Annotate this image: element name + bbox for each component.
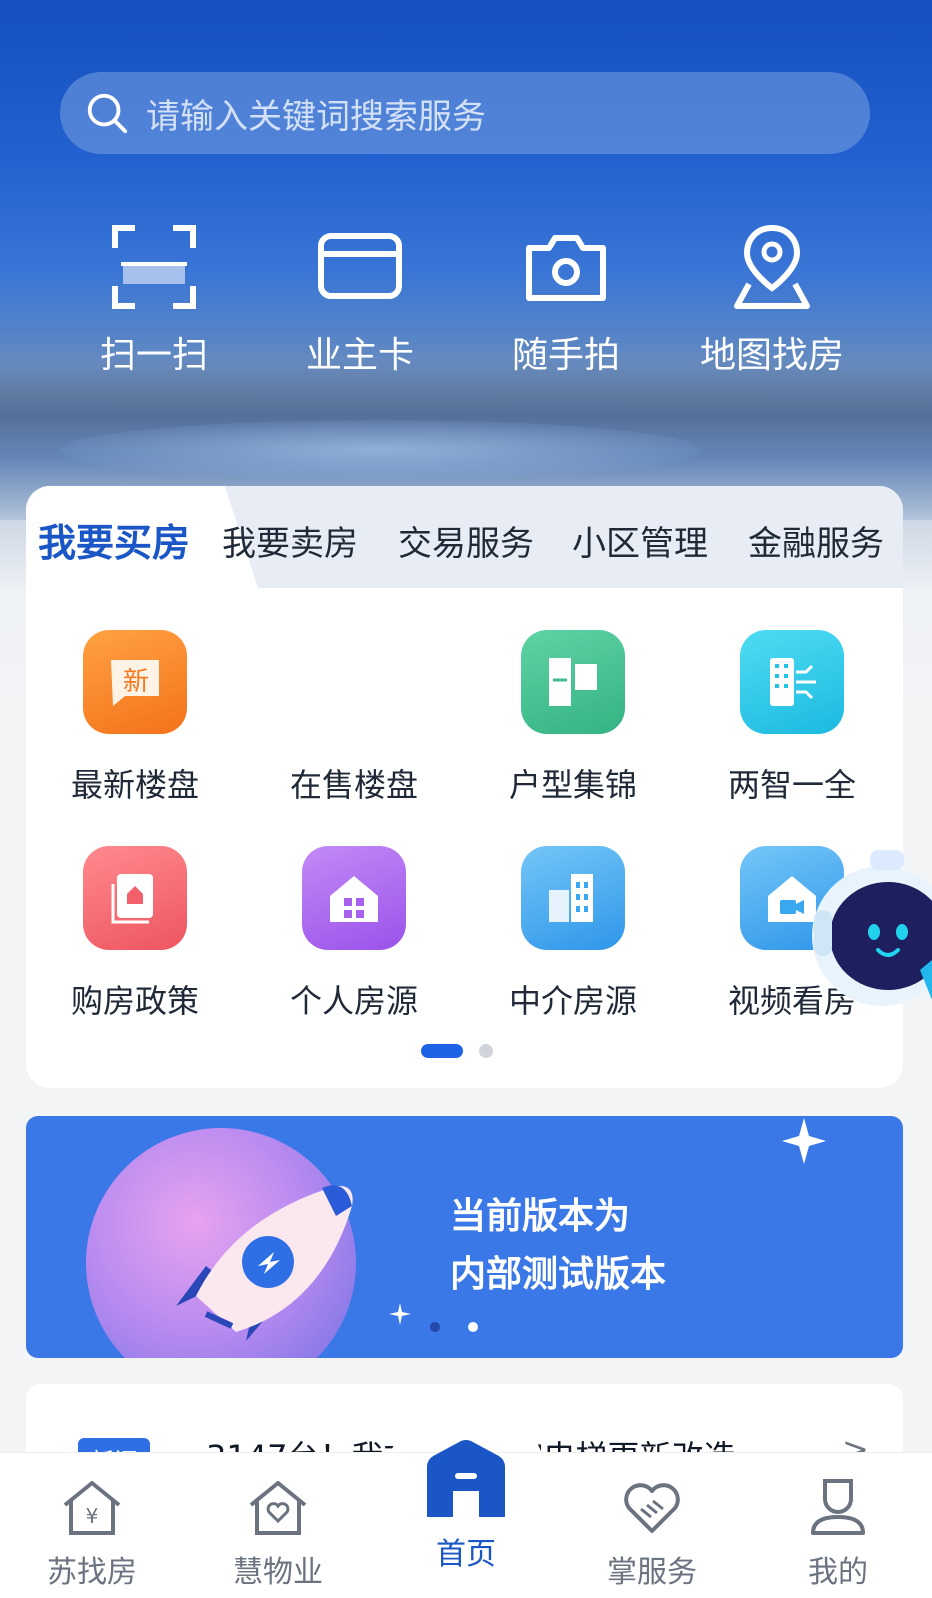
search-bar[interactable]: 请输入关键词搜索服务 (60, 72, 870, 154)
scan-icon (112, 225, 196, 309)
banner-text: 当前版本为 内部测试版本 (450, 1188, 666, 1304)
page-indicator-dot (479, 1044, 493, 1058)
grid-item-label: 两智一全 (727, 766, 856, 804)
banner-line-2: 内部测试版本 (450, 1254, 667, 1295)
new-badge-icon: 新 (83, 630, 187, 734)
grid-item-personal-listings[interactable]: 个人房源 (254, 846, 454, 1022)
grid-item-label: 户型集锦 (508, 766, 637, 804)
quick-action-snapshot[interactable]: 随手拍 (476, 222, 656, 378)
quick-action-map-search[interactable]: 地图找房 (682, 222, 862, 378)
house-heart-icon (249, 1481, 307, 1535)
nav-smart-property[interactable]: 慧物业 (198, 1475, 358, 1591)
nav-label: 掌服务 (607, 1555, 697, 1590)
nav-mine[interactable]: 我的 (758, 1475, 918, 1591)
house-yuan-icon: ¥ (63, 1481, 121, 1535)
user-icon (811, 1479, 865, 1535)
home-icon (427, 1440, 505, 1517)
grid-item-on-sale-projects[interactable]: 在售楼盘 (254, 630, 454, 806)
quick-action-label: 扫一扫 (99, 335, 208, 376)
banner-line-1: 当前版本为 (450, 1196, 631, 1237)
policy-book-icon (83, 846, 187, 950)
quick-action-label: 地图找房 (699, 335, 844, 376)
map-pin-icon (734, 224, 810, 309)
version-banner[interactable]: 当前版本为 内部测试版本 (26, 1116, 903, 1358)
grid-item-label: 在售楼盘 (289, 766, 418, 804)
bottom-navigation: ¥ 苏找房 慧物业 首页 掌服务 我的 (0, 1440, 932, 1598)
nav-home[interactable]: 首页 (386, 1433, 546, 1573)
building-icon (302, 630, 406, 734)
nav-label: 慧物业 (233, 1555, 323, 1590)
banner-dot-active (430, 1322, 440, 1332)
svg-text:¥: ¥ (86, 1504, 99, 1528)
grid-item-latest-projects[interactable]: 新 最新楼盘 (35, 630, 235, 806)
grid-item-purchase-policy[interactable]: 购房政策 (35, 846, 235, 1022)
smart-building-icon (740, 630, 844, 734)
nav-label: 首页 (436, 1537, 496, 1572)
sparkle-icon (782, 1118, 826, 1164)
quick-actions: 扫一扫 业主卡 随手拍 地图找房 (0, 222, 932, 382)
card-icon (318, 233, 402, 299)
quick-action-owner-card[interactable]: 业主卡 (270, 222, 450, 378)
nav-label: 苏找房 (47, 1555, 137, 1590)
quick-action-label: 业主卡 (305, 335, 414, 376)
floorplan-icon (521, 630, 625, 734)
assistant-robot-icon[interactable] (800, 840, 932, 1020)
grid-item-label: 个人房源 (289, 982, 418, 1020)
search-icon (87, 93, 128, 134)
rocket-icon (176, 1185, 353, 1341)
nav-su-find-house[interactable]: ¥ 苏找房 (12, 1475, 172, 1591)
grid-item-two-smart-one-full[interactable]: 两智一全 (692, 630, 892, 806)
grid-item-label: 中介房源 (508, 982, 637, 1020)
nav-palm-service[interactable]: 掌服务 (572, 1475, 732, 1591)
grid-item-label: 购房政策 (70, 982, 199, 1020)
camera-icon (526, 235, 606, 301)
buildings-icon (521, 846, 625, 950)
grid-item-floor-plans[interactable]: 户型集锦 (473, 630, 673, 806)
grid-item-agency-listings[interactable]: 中介房源 (473, 846, 673, 1022)
quick-action-scan[interactable]: 扫一扫 (64, 222, 244, 378)
grid-item-label: 最新楼盘 (70, 766, 199, 804)
tab-transaction-service[interactable]: 交易服务 (398, 516, 534, 565)
nav-label: 我的 (808, 1555, 868, 1590)
handshake-heart-icon (624, 1483, 680, 1533)
page-indicator-active (421, 1044, 463, 1058)
tab-community-management[interactable]: 小区管理 (572, 516, 708, 565)
search-placeholder: 请输入关键词搜索服务 (146, 96, 486, 137)
tab-buy-house[interactable]: 我要买房 (38, 512, 190, 567)
tab-financial-service[interactable]: 金融服务 (748, 516, 884, 565)
quick-action-label: 随手拍 (511, 335, 620, 376)
house-icon (302, 846, 406, 950)
svg-text:新: 新 (123, 667, 149, 697)
service-card: 我要买房 我要卖房 交易服务 小区管理 金融服务 新 最新楼盘 在售楼盘 户型集… (26, 486, 903, 1088)
tab-sell-house[interactable]: 我要卖房 (222, 516, 358, 565)
sparkle-small-icon (389, 1303, 411, 1325)
banner-dot (468, 1322, 478, 1332)
lake-reflection (60, 420, 700, 480)
